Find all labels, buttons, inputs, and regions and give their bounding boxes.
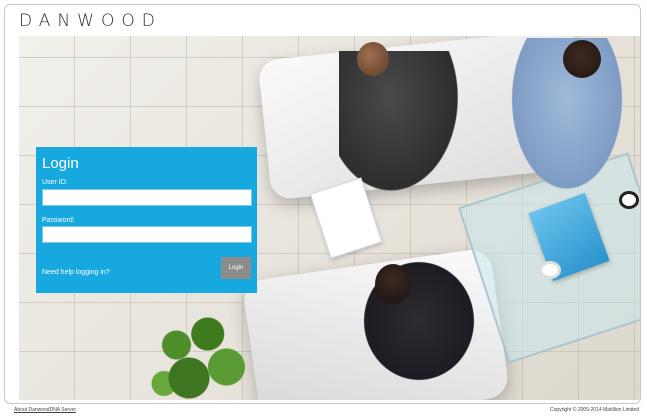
plant [139, 301, 264, 400]
person-man-bottom [349, 246, 489, 396]
person-man-bottom-head [375, 264, 411, 304]
copyright-text: Copyright © 2005-2014 Matillion Limited [549, 407, 639, 413]
coffee-cup-icon [619, 191, 639, 209]
person-woman-head [357, 42, 389, 76]
person-man-right-head [563, 40, 601, 78]
coffee-cup-icon [539, 261, 561, 279]
help-link[interactable]: Need help logging in? [42, 269, 110, 276]
danwood-logo: DANWOOD [19, 11, 162, 31]
login-title: Login [42, 155, 79, 172]
user-id-input[interactable] [42, 189, 252, 206]
user-id-label: User ID: [42, 179, 68, 186]
about-link[interactable]: About DanwoodDNA Server [14, 407, 76, 413]
login-panel: Login User ID: Password: Need help loggi… [36, 147, 257, 293]
password-label: Password: [42, 217, 75, 224]
page-frame: DANWOOD Login User ID: Password: Need he… [4, 4, 641, 404]
login-button[interactable]: Login [221, 257, 251, 279]
password-input[interactable] [42, 226, 252, 243]
